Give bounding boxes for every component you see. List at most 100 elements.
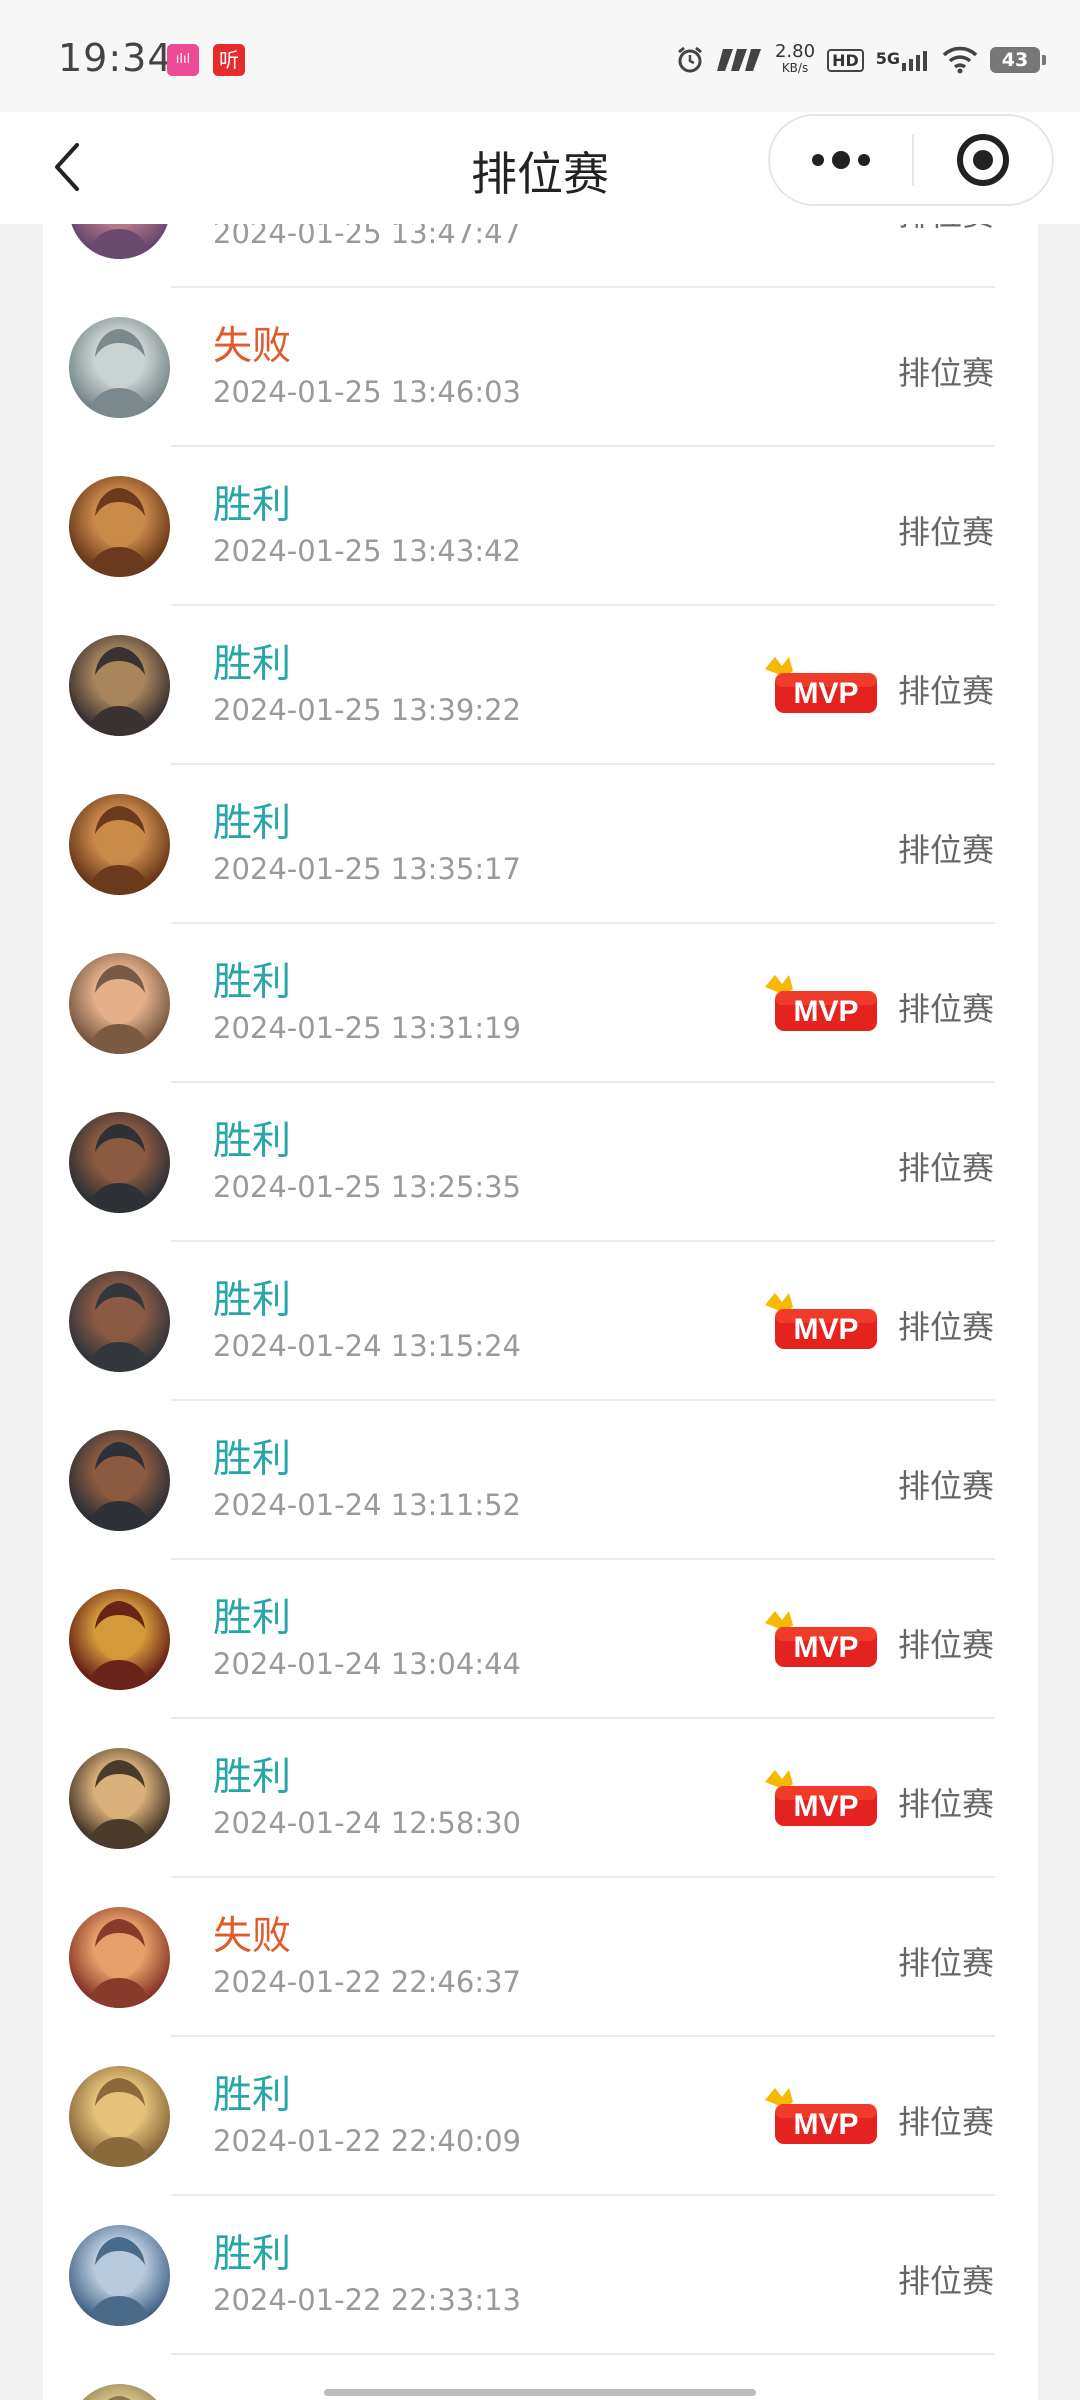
mvp-label: MVP	[793, 677, 858, 710]
match-time: 2024-01-25 13:43:42	[213, 534, 521, 568]
listen-app-icon: 听	[213, 44, 245, 76]
hero-portrait-icon	[87, 1919, 151, 2008]
hero-portrait-icon	[87, 1124, 151, 1213]
home-indicator[interactable]	[324, 2389, 756, 2396]
list-item[interactable]: 胜利 2024-01-25 13:31:19 MVP 排位赛	[43, 924, 1038, 1083]
match-mode: 排位赛	[897, 354, 994, 392]
hero-avatar	[69, 953, 170, 1054]
mvp-badge-icon: MVP	[765, 1770, 877, 1826]
hero-avatar	[69, 476, 170, 577]
list-item[interactable]: 胜利 2024-01-22 22:40:09 MVP 排位赛	[43, 2037, 1038, 2196]
match-mode: 排位赛	[897, 1467, 994, 1505]
status-time: 19:34	[58, 36, 173, 80]
list-item[interactable]: 2024-01-25 13:47:47 排位赛	[43, 224, 1038, 288]
match-time: 2024-01-22 22:40:09	[213, 2124, 521, 2158]
hero-portrait-icon	[87, 488, 151, 577]
close-button[interactable]	[914, 116, 1052, 204]
match-result: 胜利	[213, 483, 292, 528]
hero-avatar	[69, 1430, 170, 1531]
match-time: 2024-01-22 22:46:37	[213, 1965, 521, 1999]
hero-avatar	[69, 1748, 170, 1849]
hd-icon: HD	[827, 48, 864, 72]
hero-portrait-icon	[87, 1601, 151, 1690]
capsule-close-icon	[957, 134, 1009, 186]
match-time: 2024-01-25 13:39:22	[213, 693, 521, 727]
match-mode: 排位赛	[897, 1626, 994, 1664]
match-list: 2024-01-25 13:47:47排位赛失败 2024-01-25 13:46…	[43, 224, 1038, 2400]
match-result: 胜利	[213, 960, 292, 1005]
hero-portrait-icon	[87, 1760, 151, 1849]
wifi-icon	[942, 46, 978, 74]
hero-avatar	[69, 2384, 170, 2400]
match-time: 2024-01-25 13:46:03	[213, 375, 521, 409]
hero-portrait-icon	[87, 647, 151, 736]
match-list-panel[interactable]: 2024-01-25 13:47:47排位赛失败 2024-01-25 13:46…	[43, 224, 1038, 2400]
match-result: 失败	[213, 1914, 292, 1959]
list-item[interactable]: 胜利 2024-01-25 13:43:42 排位赛	[43, 447, 1038, 606]
list-item[interactable]: 胜利 2024-01-22 22:33:13 排位赛	[43, 2196, 1038, 2355]
match-time: 2024-01-25 13:31:19	[213, 1011, 521, 1045]
hero-portrait-icon	[87, 2078, 151, 2167]
status-bar: 19:34 ılıl 听 2.80 KB/s HD 5G 43	[0, 0, 1080, 112]
match-time: 2024-01-24 13:04:44	[213, 1647, 521, 1681]
list-item[interactable]: 胜利 2024-01-25 13:39:22 MVP 排位赛	[43, 606, 1038, 765]
match-result: 失败	[213, 324, 292, 369]
match-mode: 排位赛	[898, 224, 994, 235]
match-mode: 排位赛	[897, 1149, 994, 1187]
match-result: 胜利	[213, 2232, 292, 2277]
match-result: 胜利	[213, 1119, 292, 1164]
list-item[interactable]: 胜利 2024-01-24 13:11:52 排位赛	[43, 1401, 1038, 1560]
hero-avatar	[69, 1112, 170, 1213]
hero-avatar	[69, 635, 170, 736]
mvp-label: MVP	[793, 2108, 858, 2141]
hero-avatar	[69, 1271, 170, 1372]
hero-avatar	[69, 317, 170, 418]
match-result: 胜利	[213, 1755, 292, 1800]
more-dots-icon	[812, 151, 870, 169]
hero-avatar	[69, 1589, 170, 1690]
match-mode: 排位赛	[897, 1785, 994, 1823]
match-result: 胜利	[213, 2073, 292, 2118]
match-mode: 排位赛	[897, 672, 994, 710]
hero-avatar	[69, 224, 170, 259]
match-mode: 排位赛	[897, 513, 994, 551]
alarm-icon	[678, 46, 702, 73]
hero-portrait-icon	[87, 224, 151, 259]
match-time: 2024-01-24 13:15:24	[213, 1329, 521, 1363]
signal-stripes-icon	[716, 49, 761, 71]
hero-avatar	[69, 794, 170, 895]
hero-avatar	[69, 2066, 170, 2167]
mvp-badge-icon: MVP	[765, 1611, 877, 1667]
nav-bar: 排位赛	[0, 112, 1080, 224]
mvp-badge-icon: MVP	[765, 1293, 877, 1349]
match-time: 2024-01-22 22:33:13	[213, 2283, 521, 2317]
hero-portrait-icon	[87, 2237, 151, 2326]
match-result: 胜利	[213, 801, 292, 846]
match-time: 2024-01-25 13:25:35	[213, 1170, 521, 1204]
match-mode: 排位赛	[897, 2262, 994, 2300]
match-result: 胜利	[213, 1596, 292, 1641]
list-item[interactable]: 胜利 2024-01-25 13:35:17 排位赛	[43, 765, 1038, 924]
mvp-label: MVP	[793, 1790, 858, 1823]
list-item[interactable]: 胜利 2024-01-24 12:58:30 MVP 排位赛	[43, 1719, 1038, 1878]
match-time: 2024-01-24 13:11:52	[213, 1488, 521, 1522]
battery-icon: 43	[990, 47, 1046, 73]
hero-portrait-icon	[87, 1442, 151, 1531]
hero-portrait-icon	[87, 806, 151, 895]
match-result: 胜利	[213, 1437, 292, 1482]
mvp-badge-icon: MVP	[765, 2088, 877, 2144]
mvp-label: MVP	[793, 1631, 858, 1664]
list-item[interactable]: 胜利 2024-01-24 13:04:44 MVP 排位赛	[43, 1560, 1038, 1719]
list-item[interactable]: 胜利 2024-01-25 13:25:35 排位赛	[43, 1083, 1038, 1242]
match-result: 胜利	[213, 642, 292, 687]
miniprogram-capsule	[768, 114, 1054, 206]
list-item[interactable]: 失败 2024-01-22 22:46:37 排位赛	[43, 1878, 1038, 2037]
match-mode: 排位赛	[897, 831, 994, 869]
list-item[interactable]: 失败 2024-01-25 13:46:03 排位赛	[43, 288, 1038, 447]
match-mode: 排位赛	[897, 990, 994, 1028]
mvp-label: MVP	[793, 1313, 858, 1346]
list-item[interactable]: 胜利 2024-01-24 13:15:24 MVP 排位赛	[43, 1242, 1038, 1401]
match-mode: 排位赛	[897, 1944, 994, 1982]
more-button[interactable]	[770, 116, 912, 204]
match-mode: 排位赛	[897, 2103, 994, 2141]
